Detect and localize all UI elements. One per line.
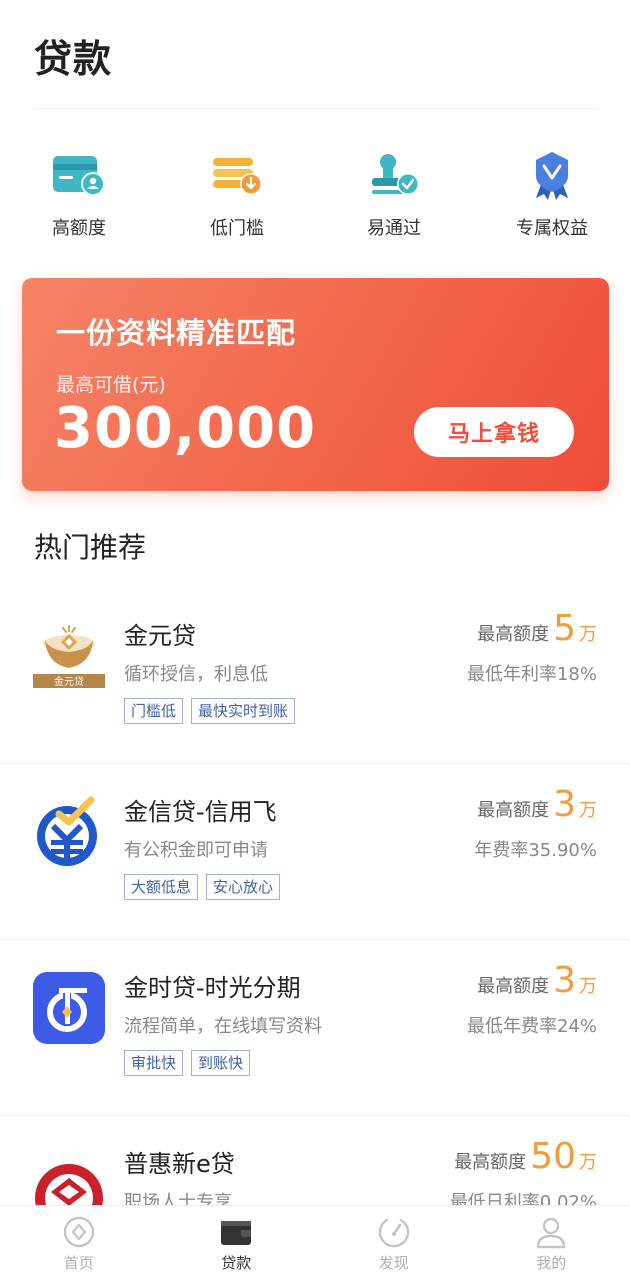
feature-label: 易通过 (367, 218, 421, 239)
get-money-button[interactable]: 马上拿钱 (414, 407, 574, 457)
product-tag: 审批快 (124, 1050, 184, 1076)
tab-label: 贷款 (221, 1254, 252, 1272)
product-desc: 循环授信，利息低 (124, 664, 268, 685)
feature-label: 低门槛 (210, 218, 264, 239)
compass-icon (378, 1218, 409, 1248)
jinyuandai-logo-icon: 金元贷 (33, 625, 105, 688)
product-tag: 安心放心 (206, 874, 281, 900)
limit-label: 最高额度 (477, 976, 550, 997)
section-title: 热门推荐 (34, 531, 147, 564)
limit-unit: 万 (579, 976, 597, 997)
coin-stack-icon (213, 158, 262, 195)
limit-value: 50 (530, 1136, 576, 1177)
card-user-icon (53, 156, 105, 196)
tab-loan[interactable]: 贷款 (158, 1206, 316, 1280)
limit-value: 3 (553, 960, 576, 1001)
product-limit: 最高额度 3 万 (477, 960, 597, 1001)
tab-mine[interactable]: 我的 (473, 1206, 630, 1280)
feature-high-limit[interactable]: 高额度 (19, 150, 139, 240)
tab-label: 首页 (63, 1254, 94, 1272)
feature-label: 专属权益 (516, 218, 588, 239)
product-limit: 最高额度 5 万 (477, 608, 597, 649)
limit-label: 最高额度 (477, 624, 550, 645)
product-tags: 门槛低 最快实时到账 (124, 698, 296, 724)
limit-unit: 万 (579, 624, 597, 645)
tab-discover[interactable]: 发现 (315, 1206, 473, 1280)
jinxindai-logo-icon (37, 796, 97, 866)
product-tags: 大额低息 安心放心 (124, 874, 281, 900)
page-title: 贷款 (34, 37, 113, 81)
product-tag: 到账快 (191, 1050, 251, 1076)
limit-label: 最高额度 (454, 1152, 527, 1173)
limit-unit: 万 (579, 1152, 597, 1173)
feature-low-threshold[interactable]: 低门槛 (177, 150, 297, 240)
tab-label: 我的 (536, 1254, 567, 1272)
limit-unit: 万 (579, 800, 597, 821)
stamp-check-icon (372, 154, 419, 195)
logo-text: 金元贷 (54, 675, 84, 688)
promo-subtitle: 最高可借(元) (56, 374, 166, 396)
product-tag: 最快实时到账 (191, 698, 296, 724)
wallet-icon (221, 1221, 252, 1245)
product-name: 金元贷 (124, 622, 196, 650)
badge-ribbon-icon (536, 152, 568, 200)
product-desc: 有公积金即可申请 (124, 840, 268, 861)
title-divider (34, 108, 598, 109)
feature-exclusive-benefit[interactable]: 专属权益 (492, 150, 612, 240)
promo-amount: 300,000 (54, 396, 317, 461)
product-tag: 门槛低 (124, 698, 184, 724)
feature-easy-approval[interactable]: 易通过 (334, 150, 454, 240)
product-name: 金信贷-信用飞 (124, 798, 277, 826)
product-name: 普惠新e贷 (124, 1150, 235, 1178)
product-desc: 流程简单，在线填写资料 (124, 1016, 322, 1037)
limit-value: 3 (553, 784, 576, 825)
limit-value: 5 (553, 608, 576, 649)
product-rate: 最低年利率18% (466, 664, 597, 685)
product-limit: 最高额度 3 万 (477, 784, 597, 825)
promo-banner[interactable]: 一份资料精准匹配 最高可借(元) 300,000 马上拿钱 (22, 278, 609, 491)
bottom-tab-bar: 首页 贷款 发现 我的 (0, 1205, 630, 1280)
user-icon (537, 1217, 566, 1249)
jinshidai-logo-icon (33, 972, 105, 1044)
product-rate: 最低年费率24% (466, 1016, 597, 1037)
tab-label: 发现 (378, 1254, 409, 1272)
product-tags: 审批快 到账快 (124, 1050, 251, 1076)
home-coin-icon (63, 1216, 94, 1248)
product-item[interactable]: 金信贷-信用飞 有公积金即可申请 大额低息 安心放心 最高额度 3 万 年费率3… (0, 764, 630, 940)
limit-label: 最高额度 (477, 800, 550, 821)
feature-label: 高额度 (52, 218, 106, 239)
product-name: 金时贷-时光分期 (124, 974, 301, 1002)
product-item[interactable]: 金时贷-时光分期 流程简单，在线填写资料 审批快 到账快 最高额度 3 万 最低… (0, 940, 630, 1116)
tab-home[interactable]: 首页 (0, 1206, 158, 1280)
feature-row: 高额度 低门槛 易通过 专属权益 (0, 150, 630, 250)
promo-headline: 一份资料精准匹配 (56, 316, 297, 350)
product-tag: 大额低息 (124, 874, 199, 900)
product-item[interactable]: 金元贷 金元贷 循环授信，利息低 门槛低 最快实时到账 最高额度 5 万 最低年… (0, 588, 630, 764)
product-rate: 年费率35.90% (474, 840, 597, 861)
product-limit: 最高额度 50 万 (454, 1136, 597, 1177)
